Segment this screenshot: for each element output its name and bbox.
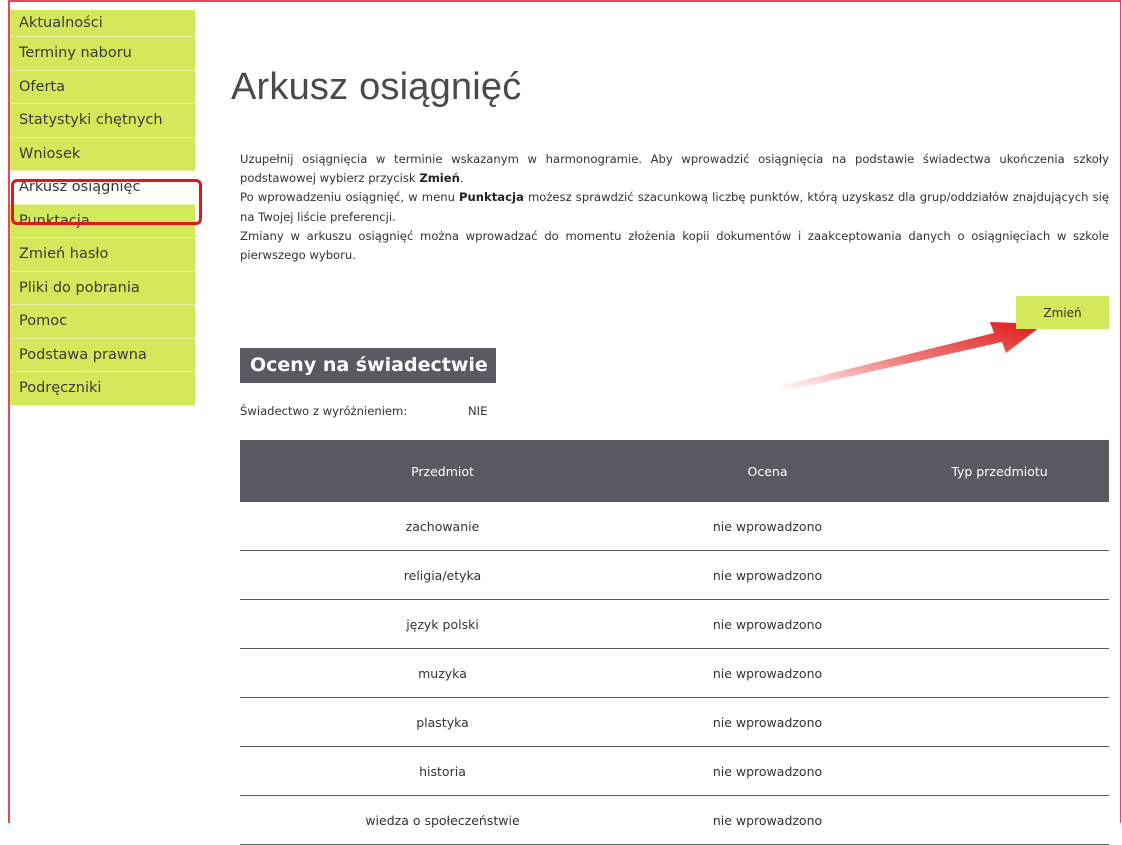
cell-grade: nie wprowadzono <box>645 795 890 845</box>
intro-paragraph-3: Zmiany w arkuszu osiągnięć można wprowad… <box>240 228 1109 263</box>
intro-paragraph-2: Po wprowadzeniu osiągnięć, w menu Punkta… <box>240 190 1109 224</box>
cell-grade: nie wprowadzono <box>645 550 890 600</box>
cell-subject: historia <box>240 746 645 796</box>
section-heading-grades: Oceny na świadectwie <box>240 348 496 383</box>
table-row: muzyka nie wprowadzono <box>240 648 1109 698</box>
column-header-grade: Ocena <box>645 440 890 502</box>
column-header-type: Typ przedmiotu <box>890 440 1109 502</box>
cell-subject: zachowanie <box>240 502 645 551</box>
cell-type <box>890 795 1109 845</box>
honors-row: Świadectwo z wyróżnieniem: NIE <box>240 404 487 418</box>
cell-subject: muzyka <box>240 648 645 698</box>
cell-type <box>890 502 1109 551</box>
grades-table: Przedmiot Ocena Typ przedmiotu zachowani… <box>240 440 1109 845</box>
sidebar-item-podreczniki[interactable]: Podręczniki <box>10 372 195 406</box>
cell-type <box>890 550 1109 600</box>
honors-value: NIE <box>468 404 488 418</box>
cell-grade: nie wprowadzono <box>645 746 890 796</box>
sidebar-item-podstawa-prawna[interactable]: Podstawa prawna <box>10 339 195 372</box>
cell-subject: plastyka <box>240 697 645 747</box>
cell-grade: nie wprowadzono <box>645 648 890 698</box>
sidebar-item-pliki-do-pobrania[interactable]: Pliki do pobrania <box>10 272 195 305</box>
sidebar-item-terminy-naboru[interactable]: Terminy naboru <box>10 37 195 71</box>
cell-type <box>890 697 1109 747</box>
cell-type <box>890 599 1109 649</box>
cell-grade: nie wprowadzono <box>645 697 890 747</box>
active-item-highlight <box>11 179 202 225</box>
cell-type <box>890 648 1109 698</box>
cell-type <box>890 746 1109 796</box>
sidebar-item-zmien-haslo[interactable]: Zmień hasło <box>10 238 195 272</box>
table-row: zachowanie nie wprowadzono <box>240 502 1109 551</box>
cell-grade: nie wprowadzono <box>645 599 890 649</box>
cell-subject: język polski <box>240 599 645 649</box>
cell-grade: nie wprowadzono <box>645 502 890 551</box>
sidebar-item-oferta[interactable]: Oferta <box>10 71 195 104</box>
sidebar-item-statystyki-chetnych[interactable]: Statystyki chętnych <box>10 104 195 138</box>
sidebar-item-aktualnosci[interactable]: Aktualności <box>10 10 195 37</box>
intro-text: Uzupełnij osiągnięcia w terminie wskazan… <box>240 150 1109 265</box>
table-row: religia/etyka nie wprowadzono <box>240 550 1109 600</box>
table-row: plastyka nie wprowadzono <box>240 697 1109 747</box>
table-row: wiedza o społeczeństwie nie wprowadzono <box>240 795 1109 845</box>
table-row: język polski nie wprowadzono <box>240 599 1109 649</box>
table-header-row: Przedmiot Ocena Typ przedmiotu <box>240 440 1109 502</box>
sidebar-item-wniosek[interactable]: Wniosek <box>10 138 195 171</box>
cell-subject: religia/etyka <box>240 550 645 600</box>
honors-label: Świadectwo z wyróżnieniem: <box>240 404 408 418</box>
column-header-subject: Przedmiot <box>240 440 645 502</box>
sidebar-item-pomoc[interactable]: Pomoc <box>10 305 195 339</box>
intro-paragraph-1: Uzupełnij osiągnięcia w terminie wskazan… <box>240 152 1109 186</box>
change-button[interactable]: Zmień <box>1016 296 1109 329</box>
page-title: Arkusz osiągnięć <box>231 66 522 108</box>
table-row: historia nie wprowadzono <box>240 746 1109 796</box>
cell-subject: wiedza o społeczeństwie <box>240 795 645 845</box>
